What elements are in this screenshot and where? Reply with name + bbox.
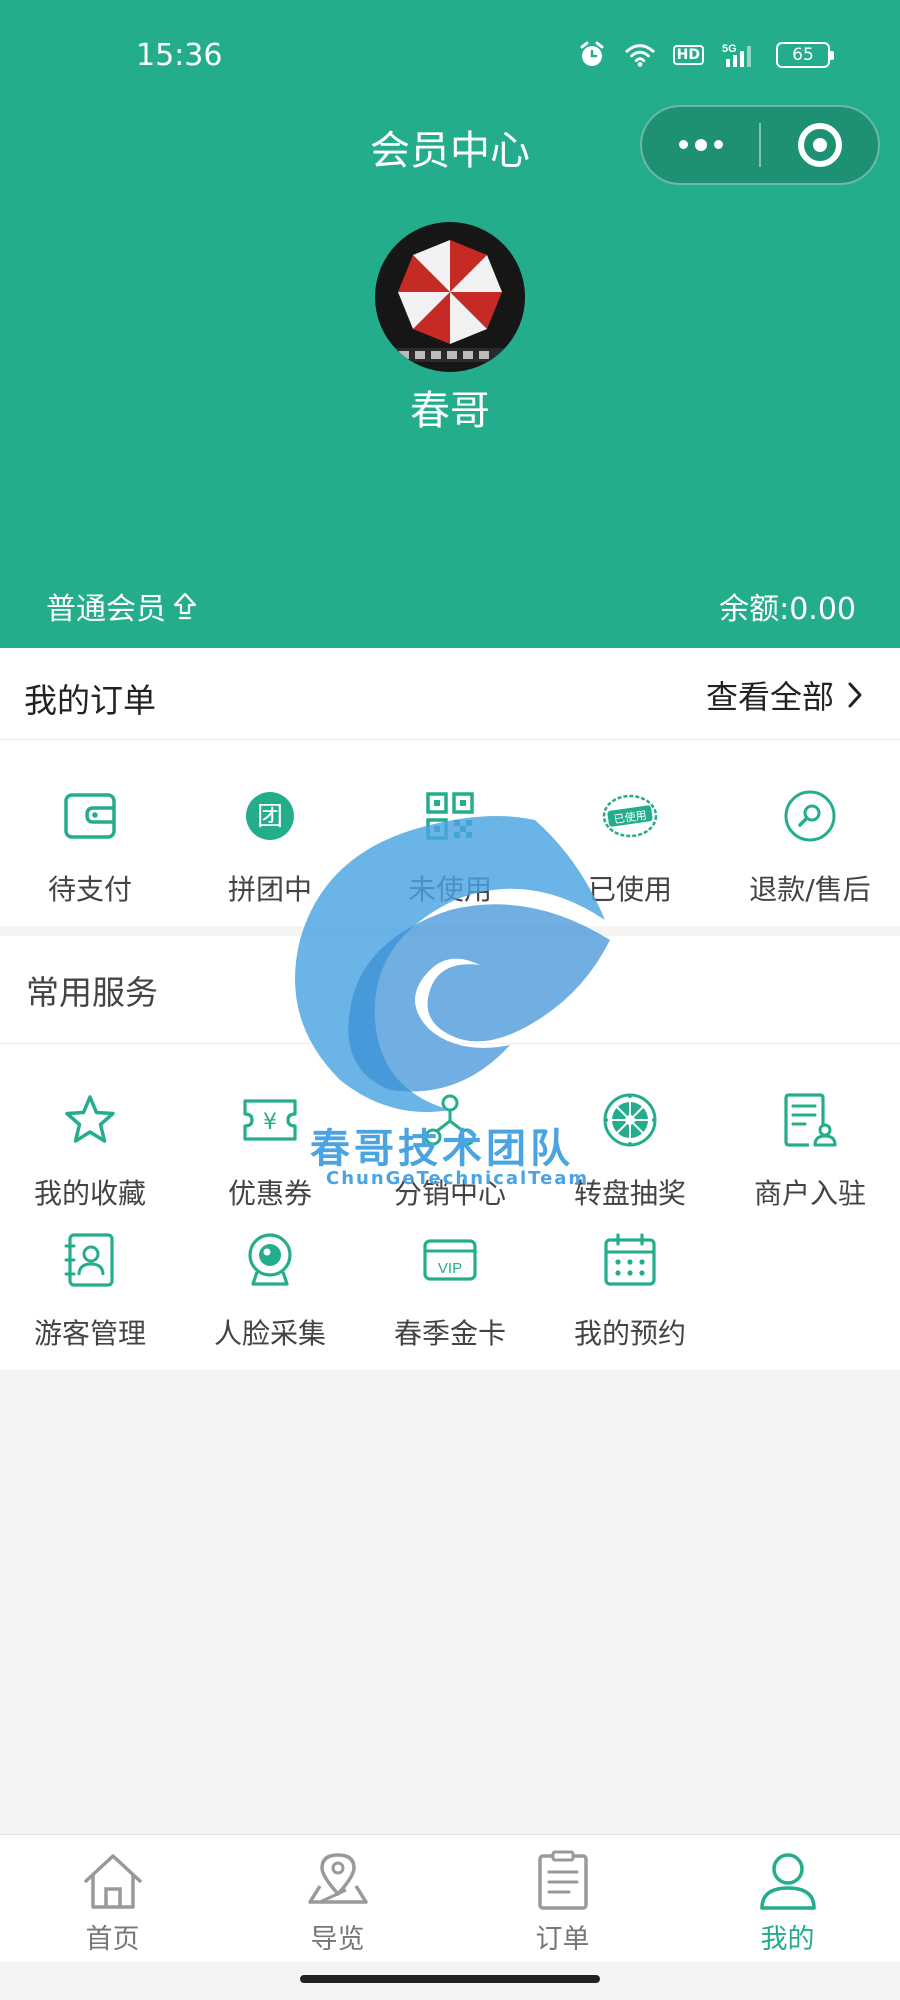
wifi-icon xyxy=(625,40,655,70)
vip-card-icon: VIP xyxy=(420,1230,480,1290)
group-icon: 团 xyxy=(240,786,300,846)
calendar-icon xyxy=(600,1230,660,1290)
avatar[interactable] xyxy=(375,222,525,372)
target-icon xyxy=(797,123,842,167)
hd-icon: HD xyxy=(672,45,704,65)
vip-glyph: VIP xyxy=(438,1260,462,1277)
lottery-wheel-icon xyxy=(600,1090,660,1150)
service-label: 春季金卡 xyxy=(393,1317,506,1350)
coupon-glyph: ¥ xyxy=(263,1110,277,1135)
view-all-orders-link[interactable]: 查看全部 xyxy=(706,672,864,718)
more-dots-icon xyxy=(678,138,723,151)
merchant-apply-icon xyxy=(780,1090,840,1150)
tab-label: 首页 xyxy=(85,1924,140,1955)
service-label: 优惠券 xyxy=(227,1177,312,1210)
service-label: 转盘抽奖 xyxy=(573,1177,686,1210)
more-button[interactable] xyxy=(642,107,759,183)
orders-card: 我的订单 查看全部 待支付 团 拼团中 未使用 已使用 已使用 退款/售后 xyxy=(0,648,900,926)
balance[interactable]: 余额:0.00 xyxy=(719,584,856,628)
close-mini-program-button[interactable] xyxy=(761,107,878,183)
services-title: 常用服务 xyxy=(26,973,158,1012)
upgrade-arrow-icon xyxy=(173,592,197,620)
service-label: 游客管理 xyxy=(33,1317,146,1350)
service-label: 我的预约 xyxy=(573,1317,686,1350)
service-label: 我的收藏 xyxy=(33,1177,146,1210)
wallet-icon xyxy=(60,786,120,846)
order-label: 退款/售后 xyxy=(749,873,871,906)
order-label: 拼团中 xyxy=(227,873,312,906)
service-label: 商户入驻 xyxy=(753,1177,866,1210)
service-visitor-management[interactable]: 游客管理 xyxy=(0,1230,180,1352)
tab-label: 我的 xyxy=(760,1924,815,1955)
network-label: 5G xyxy=(722,43,737,55)
order-used[interactable]: 已使用 已使用 xyxy=(540,786,720,908)
tab-mine[interactable]: 我的 xyxy=(675,1835,900,1962)
umbrella-logo-icon xyxy=(375,222,525,372)
home-icon xyxy=(81,1849,145,1913)
order-list-icon xyxy=(531,1849,595,1913)
watermark-text: 春哥技术团队 xyxy=(310,1126,574,1172)
service-favorites[interactable]: 我的收藏 xyxy=(0,1090,180,1212)
tab-label: 导览 xyxy=(310,1924,365,1955)
qrcode-icon xyxy=(420,786,480,846)
tab-home[interactable]: 首页 xyxy=(0,1835,225,1962)
face-camera-icon xyxy=(240,1230,300,1290)
view-all-label: 查看全部 xyxy=(705,678,834,716)
service-label: 人脸采集 xyxy=(213,1317,326,1350)
order-label: 已使用 xyxy=(587,873,672,906)
service-face-capture[interactable]: 人脸采集 xyxy=(180,1230,360,1352)
user-icon xyxy=(756,1849,820,1913)
status-icons: HD 5G 65 xyxy=(577,40,834,70)
battery-icon: 65 xyxy=(776,42,834,68)
tab-label: 订单 xyxy=(535,1924,590,1955)
watermark-subtext: ChunGeTechnicalTeam xyxy=(326,1168,590,1189)
order-unused[interactable]: 未使用 xyxy=(360,786,540,908)
chevron-right-icon xyxy=(848,682,862,708)
map-pin-icon xyxy=(306,1849,370,1913)
service-my-reservations[interactable]: 我的预约 xyxy=(540,1230,720,1352)
coupon-icon: ¥ xyxy=(240,1090,300,1150)
status-bar: 15:36 HD 5G 65 xyxy=(0,0,900,110)
tab-guide[interactable]: 导览 xyxy=(225,1835,450,1962)
service-spring-gold-card[interactable]: VIP 春季金卡 xyxy=(360,1230,540,1352)
orders-header: 我的订单 查看全部 xyxy=(0,648,900,740)
orders-row: 待支付 团 拼团中 未使用 已使用 已使用 退款/售后 xyxy=(0,786,900,908)
bottom-tab-bar: 首页 导览 订单 我的 xyxy=(0,1834,900,1962)
mini-program-capsule xyxy=(640,105,880,185)
5g-signal-icon: 5G xyxy=(722,40,758,70)
tab-orders[interactable]: 订单 xyxy=(450,1835,675,1962)
order-label: 待支付 xyxy=(47,873,132,906)
member-level-label: 普通会员 xyxy=(46,592,166,627)
refund-search-icon xyxy=(780,786,840,846)
star-icon xyxy=(60,1090,120,1150)
visitor-book-icon xyxy=(60,1230,120,1290)
order-refund[interactable]: 退款/售后 xyxy=(720,786,900,908)
order-group-buying[interactable]: 团 拼团中 xyxy=(180,786,360,908)
status-time: 15:36 xyxy=(136,38,223,73)
member-header: 15:36 HD 5G 65 会员中心 春哥 普通会员 余额:0.00 xyxy=(0,0,900,648)
services-header: 常用服务 xyxy=(0,936,900,1044)
order-label: 未使用 xyxy=(407,873,492,906)
member-level[interactable]: 普通会员 xyxy=(46,584,198,628)
orders-title: 我的订单 xyxy=(24,681,156,720)
service-merchant-apply[interactable]: 商户入驻 xyxy=(720,1090,900,1212)
username: 春哥 xyxy=(410,388,490,434)
services-row-2: 游客管理 人脸采集 VIP 春季金卡 我的预约 xyxy=(0,1230,900,1352)
home-indicator[interactable] xyxy=(300,1975,600,1983)
alarm-icon xyxy=(577,40,607,70)
used-stamp-icon: 已使用 xyxy=(600,786,660,846)
order-pending-payment[interactable]: 待支付 xyxy=(0,786,180,908)
group-icon-glyph: 团 xyxy=(257,802,283,832)
